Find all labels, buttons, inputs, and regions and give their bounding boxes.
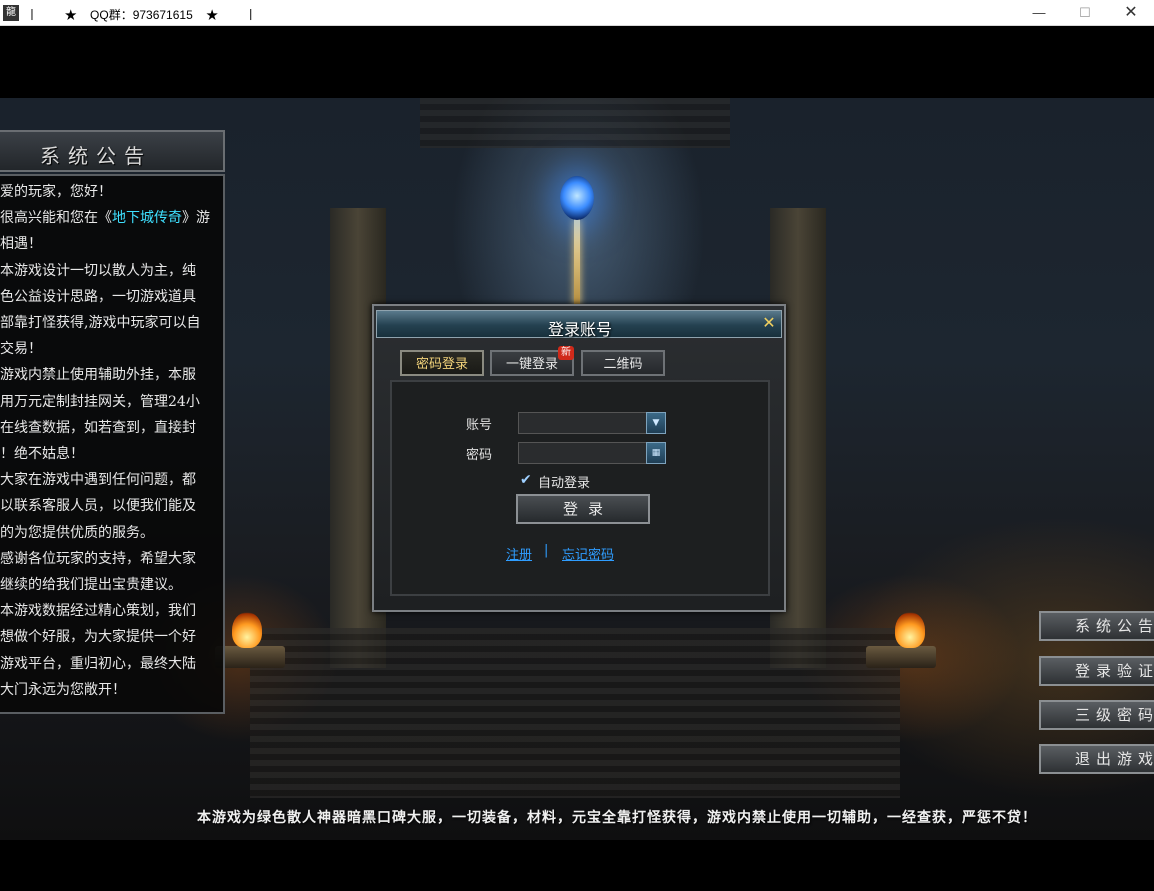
- close-window-button[interactable]: ✕: [1108, 0, 1154, 26]
- side-button-system-notice[interactable]: 系统公告: [1039, 611, 1154, 641]
- tab-password-login[interactable]: 密码登录: [400, 350, 484, 376]
- auto-login-checkbox[interactable]: ✔: [520, 473, 534, 487]
- left-fire-icon: [232, 612, 262, 648]
- auto-login-label[interactable]: 自动登录: [538, 472, 590, 491]
- account-input[interactable]: [518, 412, 666, 434]
- right-brazier: [866, 646, 936, 668]
- login-dialog-header: 登录账号 ✕: [376, 310, 782, 339]
- account-label: 账号: [466, 418, 493, 433]
- notice-line: 本游戏数据经过精心策划，我们: [0, 603, 196, 620]
- blue-orb-icon: [560, 176, 594, 220]
- notice-line: 用万元定制封挂网关，管理24小: [0, 393, 200, 410]
- notice-line: 大家在游戏中遇到任何问题，都: [0, 472, 196, 489]
- login-dialog: 登录账号 ✕ 密码登录 一键登录 新 二维码 账号 ▼ 密码 ▦ ✔ 自动登录 …: [372, 304, 786, 612]
- notice-line: ！绝不姑息！: [0, 446, 84, 463]
- notice-line: 的为您提供优质的服务。: [0, 524, 154, 541]
- cursor-bar-left: 丨: [26, 8, 39, 22]
- forgot-password-link[interactable]: 忘记密码: [562, 544, 614, 563]
- notice-line: 想做个好服，为大家提供一个好: [0, 629, 196, 646]
- notice-line: 大门永远为您敞开！: [0, 681, 126, 698]
- side-button-level3-password[interactable]: 三级密码: [1039, 700, 1154, 730]
- notice-title: 系统公告: [40, 144, 152, 168]
- password-input[interactable]: [518, 442, 666, 464]
- notice-line: 本游戏设计一切以散人为主，纯: [0, 262, 196, 279]
- left-brazier: [215, 646, 285, 668]
- notice-line: 在线查数据，如若查到，直接封: [0, 419, 196, 436]
- login-button[interactable]: 登录: [516, 494, 650, 524]
- register-link[interactable]: 注册: [506, 544, 532, 563]
- maximize-button[interactable]: ☐: [1062, 0, 1108, 26]
- side-button-login-verify[interactable]: 登录验证: [1039, 656, 1154, 686]
- game-name-highlight: 地下城传奇: [112, 210, 182, 227]
- notice-line: 感谢各位玩家的支持，希望大家: [0, 550, 196, 567]
- notice-line: 游戏平台，重归初心，最终大陆: [0, 655, 196, 672]
- link-separator: |: [544, 543, 549, 558]
- notice-line: 继续的给我们提出宝贵建议。: [0, 577, 182, 594]
- chevron-down-icon[interactable]: ▼: [646, 412, 666, 434]
- notice-line: 相遇！: [0, 236, 42, 253]
- notice-header: 系统公告: [0, 130, 225, 172]
- game-app-icon[interactable]: 龍: [3, 5, 19, 21]
- keyboard-icon[interactable]: ▦: [646, 442, 666, 464]
- window-titlebar: 龍 丨 ★ QQ群：973671615 ★ 丨 — ☐ ✕: [0, 0, 1154, 26]
- side-button-exit-game[interactable]: 退出游戏: [1039, 744, 1154, 774]
- close-icon[interactable]: ✕: [760, 314, 778, 332]
- notice-body[interactable]: 爱的玩家，您好！ 很高兴能和您在《地下城传奇》游 相遇！ 本游戏设计一切以散人为…: [0, 174, 225, 714]
- bottom-banner: 本游戏为绿色散人神器暗黑口碑大服，一切装备，材料，元宝全靠打怪获得，游戏内禁止使…: [197, 810, 1037, 826]
- notice-line: 色公益设计思路，一切游戏道具: [0, 288, 196, 305]
- notice-line: 部靠打怪获得,游戏中玩家可以自: [0, 315, 201, 332]
- new-badge: 新: [558, 346, 574, 360]
- tab-qr-code[interactable]: 二维码: [581, 350, 665, 376]
- upper-stairs: [420, 98, 730, 148]
- right-fire-icon: [895, 612, 925, 648]
- lower-stairs: [250, 628, 900, 798]
- minimize-button[interactable]: —: [1016, 0, 1062, 26]
- notice-line-part: 》游: [182, 210, 210, 227]
- window-title: 丨 ★ QQ群：973671615 ★ 丨: [26, 6, 257, 23]
- notice-line: 很高兴能和您在《地下城传奇》游: [0, 205, 223, 231]
- login-form: 账号 ▼ 密码 ▦ ✔ 自动登录 登录 注册 | 忘记密码: [390, 380, 770, 596]
- window-title-text: ★ QQ群：973671615 ★: [64, 8, 219, 22]
- cursor-bar-right: 丨: [244, 8, 257, 22]
- password-label: 密码: [466, 448, 493, 463]
- notice-line-part: 很高兴能和您在《: [0, 210, 112, 227]
- login-dialog-title: 登录账号: [547, 320, 612, 339]
- notice-line: 以联系客服人员，以便我们能及: [0, 498, 196, 515]
- notice-line: 交易！: [0, 341, 42, 358]
- notice-line: 爱的玩家，您好！: [0, 184, 112, 200]
- notice-line: 游戏内禁止使用辅助外挂，本服: [0, 367, 196, 384]
- light-beam: [574, 218, 580, 308]
